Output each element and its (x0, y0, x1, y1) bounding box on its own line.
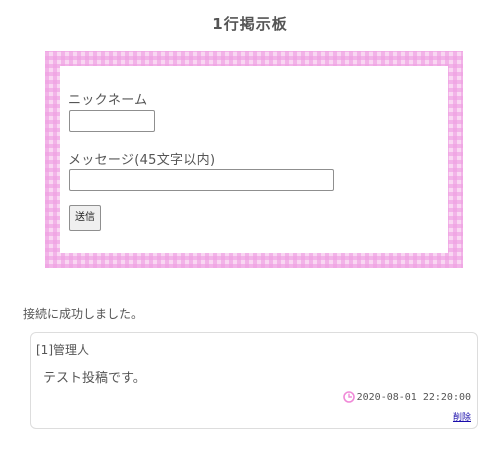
post-form: ニックネーム メッセージ(45文字以内) 送信 (60, 66, 448, 253)
nickname-input[interactable] (69, 110, 155, 132)
post-timestamp: 2020-08-01 22:20:00 (356, 391, 471, 403)
page-title: 1行掲示板 (212, 15, 288, 33)
post-message: テスト投稿です。 (43, 371, 146, 386)
post-timestamp-row: 2020-08-01 22:20:00 (342, 391, 471, 403)
post-item: [1]管理人 テスト投稿です。 2020-08-01 22:20:00 削除 (30, 332, 478, 429)
message-input[interactable] (69, 169, 334, 191)
post-header: [1]管理人 (36, 343, 89, 357)
clock-icon (342, 391, 355, 403)
message-label: メッセージ(45文字以内) (68, 153, 216, 168)
connection-status: 接続に成功しました。 (23, 307, 144, 321)
delete-link[interactable]: 削除 (453, 410, 471, 423)
submit-button[interactable]: 送信 (69, 205, 101, 231)
post-form-frame: ニックネーム メッセージ(45文字以内) 送信 (45, 51, 463, 268)
nickname-label: ニックネーム (68, 93, 148, 108)
